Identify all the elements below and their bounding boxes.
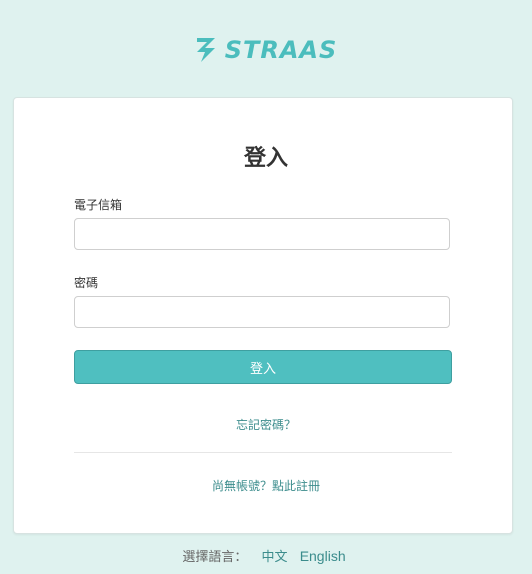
logo-inner: STRAAS: [195, 36, 338, 64]
language-selector: 選擇語言： 中文 English: [0, 546, 532, 565]
language-option-en[interactable]: English: [300, 548, 346, 564]
login-button[interactable]: 登入: [74, 350, 452, 384]
email-input[interactable]: [74, 218, 450, 250]
language-label: 選擇語言：: [182, 550, 248, 565]
straas-logo-icon: [196, 38, 215, 62]
page-title: 登入: [243, 146, 288, 171]
password-input[interactable]: [74, 296, 450, 328]
forgot-password-link[interactable]: 忘記密碼？: [0, 416, 532, 433]
logo-text: STRAAS: [224, 36, 338, 64]
language-option-zh[interactable]: 中文: [262, 550, 288, 565]
signup-link[interactable]: 尚無帳號？點此註冊: [0, 477, 532, 494]
email-label: 電子信箱: [74, 198, 123, 212]
logo: STRAAS: [0, 30, 532, 70]
divider: [74, 452, 452, 453]
password-label: 密碼: [74, 276, 99, 290]
